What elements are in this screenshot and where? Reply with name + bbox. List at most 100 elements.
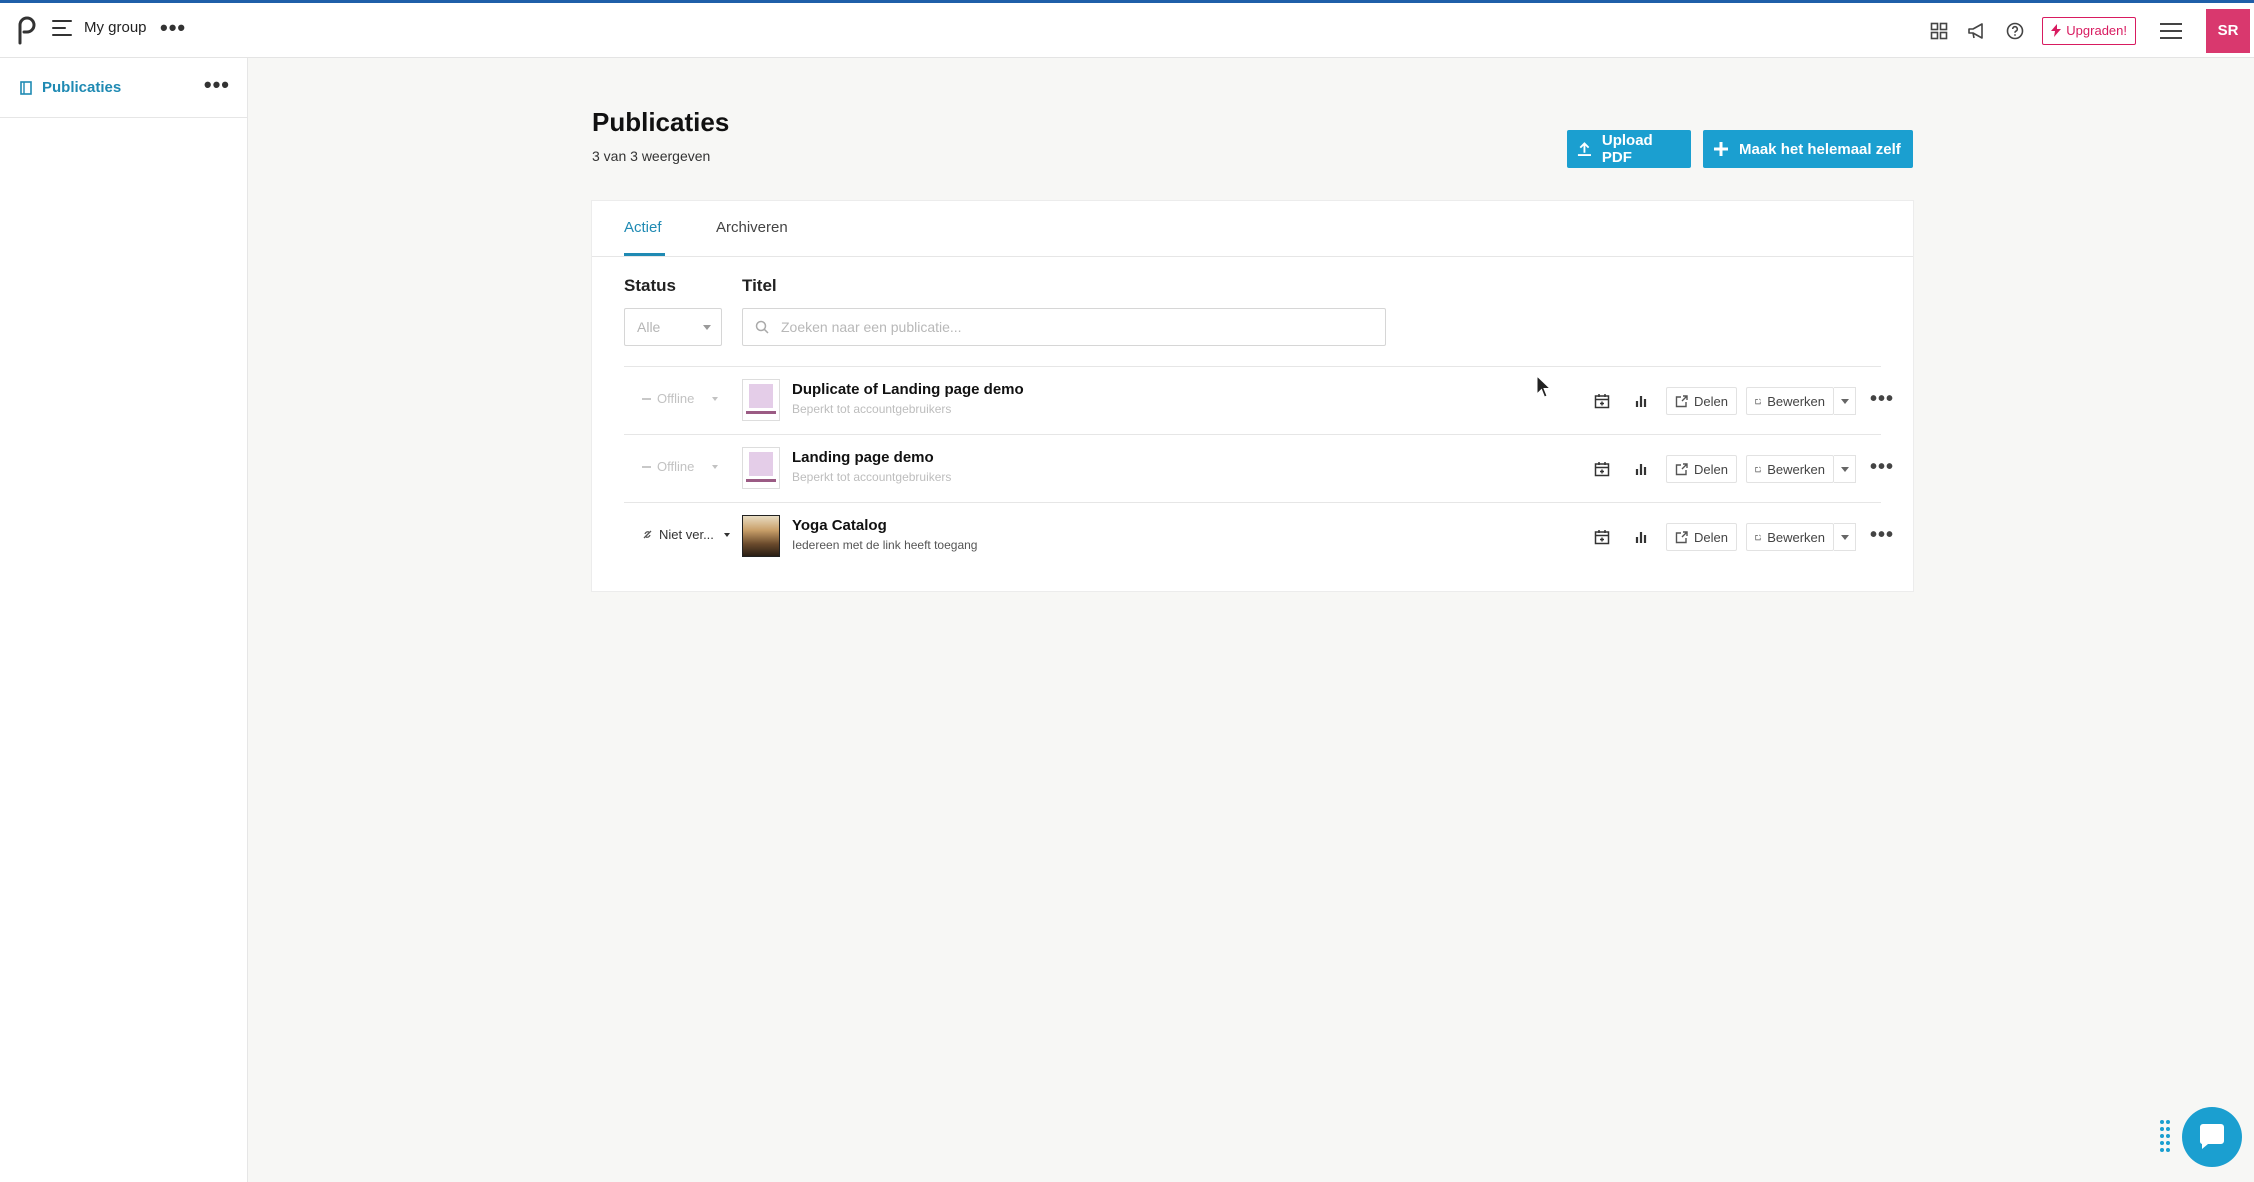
results-count: 3 van 3 weergeven [592, 148, 711, 164]
menu-icon[interactable] [2160, 22, 2182, 39]
unpublished-icon [643, 530, 652, 539]
share-icon [1675, 530, 1688, 543]
schedule-icon[interactable] [1590, 455, 1614, 483]
share-button[interactable]: Delen [1666, 455, 1737, 483]
grid-icon[interactable] [1928, 20, 1950, 42]
edit-label: Bewerken [1767, 393, 1825, 409]
status-value: Offline [657, 391, 695, 406]
group-menu-button[interactable]: My group [52, 19, 147, 36]
publication-title[interactable]: Yoga Catalog [792, 517, 887, 534]
stats-icon[interactable] [1630, 387, 1654, 415]
top-right-actions: Upgraden! SR [1928, 3, 2254, 58]
offline-dash-icon [642, 397, 651, 400]
chat-bubble-icon [2199, 1124, 2224, 1149]
publication-title[interactable]: Duplicate of Landing page demo [792, 381, 1024, 398]
sidebar-item-label: Publicaties [42, 79, 122, 96]
stats-icon[interactable] [1630, 523, 1654, 551]
upgrade-label: Upgraden! [2066, 23, 2127, 38]
share-button[interactable]: Delen [1666, 387, 1737, 415]
search-icon [755, 320, 769, 334]
share-label: Delen [1694, 393, 1728, 409]
schedule-icon[interactable] [1590, 387, 1614, 415]
more-options-icon[interactable]: ••• [1870, 521, 1894, 549]
chevron-down-icon [1840, 534, 1849, 540]
status-dropdown[interactable]: Niet ver... [642, 527, 730, 542]
share-icon [1675, 394, 1688, 407]
stats-icon[interactable] [1630, 455, 1654, 483]
publication-thumbnail[interactable] [742, 379, 780, 421]
publication-row[interactable]: Niet ver... Yoga Catalog Iedereen met de… [624, 502, 1893, 570]
publications-card: Actief Archiveren Status Titel Alle Offl… [592, 201, 1913, 591]
publication-row[interactable]: Offline Landing page demo Beperkt tot ac… [624, 434, 1893, 502]
active-tab-indicator [624, 253, 665, 256]
megaphone-icon[interactable] [1966, 20, 1988, 42]
edit-icon [1755, 466, 1761, 472]
status-dropdown[interactable]: Offline [642, 391, 719, 406]
status-select-value: Alle [637, 319, 661, 335]
edit-label: Bewerken [1767, 529, 1825, 545]
app-logo-icon[interactable] [16, 15, 36, 45]
share-icon [1675, 462, 1688, 475]
edit-options-button[interactable] [1834, 523, 1856, 551]
share-label: Delen [1694, 461, 1728, 477]
more-options-icon[interactable]: ••• [1870, 453, 1894, 481]
publication-thumbnail[interactable] [742, 515, 780, 557]
tab-archiveren[interactable]: Archiveren [716, 219, 788, 236]
chat-button[interactable] [2182, 1107, 2242, 1167]
edit-button[interactable]: Bewerken [1746, 523, 1834, 551]
edit-icon [1755, 534, 1761, 540]
tab-bar: Actief Archiveren [592, 201, 1913, 257]
status-value: Offline [657, 459, 695, 474]
status-value: Niet ver... [659, 527, 714, 542]
upgrade-button[interactable]: Upgraden! [2042, 16, 2136, 45]
edit-label: Bewerken [1767, 461, 1825, 477]
drag-handle-icon[interactable] [2158, 1118, 2172, 1152]
group-more-icon[interactable]: ••• [160, 17, 186, 39]
mouse-pointer-icon [1536, 374, 1552, 404]
search-field[interactable] [742, 308, 1386, 346]
offline-dash-icon [642, 465, 651, 468]
upload-icon [1577, 142, 1591, 156]
avatar[interactable]: SR [2206, 8, 2250, 53]
publication-row[interactable]: Offline Duplicate of Landing page demo B… [624, 366, 1893, 434]
chevron-down-icon [723, 532, 730, 537]
search-input[interactable] [781, 319, 1361, 335]
edit-options-button[interactable] [1834, 455, 1856, 483]
status-dropdown[interactable]: Offline [642, 459, 719, 474]
group-name: My group [84, 19, 147, 36]
publication-icon [20, 80, 32, 95]
chevron-down-icon [712, 464, 719, 469]
chevron-down-icon [703, 325, 711, 330]
edit-icon [1755, 398, 1761, 404]
create-from-scratch-label: Maak het helemaal zelf [1739, 140, 1901, 158]
tab-actief[interactable]: Actief [624, 219, 662, 236]
top-bar: My group ••• Upgraden! SR [0, 3, 2254, 58]
schedule-icon[interactable] [1590, 523, 1614, 551]
share-button[interactable]: Delen [1666, 523, 1737, 551]
status-select[interactable]: Alle [624, 308, 722, 346]
sidebar: Publicaties ••• [0, 58, 248, 1182]
help-icon[interactable] [2004, 20, 2026, 42]
edit-button[interactable]: Bewerken [1746, 387, 1834, 415]
share-label: Delen [1694, 529, 1728, 545]
chevron-down-icon [1840, 398, 1849, 404]
chevron-down-icon [712, 396, 719, 401]
page-title: Publicaties [592, 107, 730, 137]
sidebar-more-icon[interactable]: ••• [204, 74, 230, 96]
create-from-scratch-button[interactable]: Maak het helemaal zelf [1703, 130, 1913, 168]
edit-button[interactable]: Bewerken [1746, 455, 1834, 483]
upload-pdf-button[interactable]: Upload PDF [1567, 130, 1691, 168]
edit-options-button[interactable] [1834, 387, 1856, 415]
sidebar-item-publicaties[interactable]: Publicaties ••• [0, 58, 248, 118]
plus-icon [1714, 142, 1728, 156]
upload-pdf-label: Upload PDF [1601, 132, 1653, 166]
publication-title[interactable]: Landing page demo [792, 449, 934, 466]
status-filter-label: Status [624, 276, 676, 295]
publication-thumbnail[interactable] [742, 447, 780, 489]
bolt-icon [2051, 24, 2062, 37]
publication-access: Iedereen met de link heeft toegang [792, 538, 978, 552]
menu-lines-icon [52, 19, 72, 36]
publication-access: Beperkt tot accountgebruikers [792, 470, 952, 484]
chevron-down-icon [1840, 466, 1849, 472]
more-options-icon[interactable]: ••• [1870, 385, 1894, 413]
